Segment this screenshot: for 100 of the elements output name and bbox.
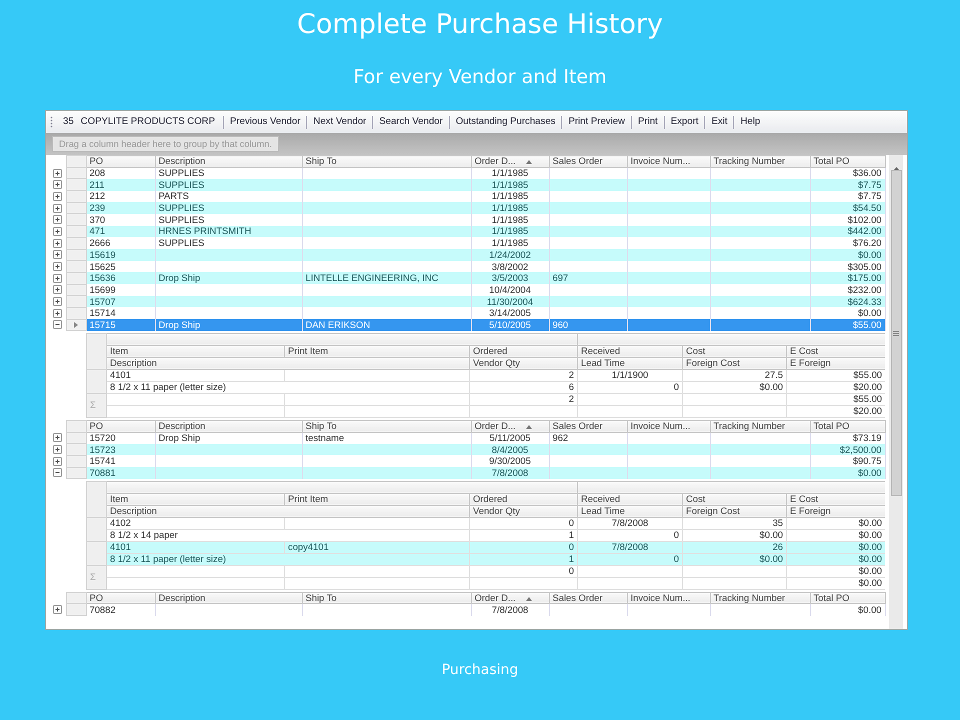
table-row[interactable]: 15636 Drop Ship LINTELLE ENGINEERING, INC 3/5/2003 697 $175.00 (52, 272, 885, 284)
column-header[interactable]: Invoice Num... (627, 420, 710, 432)
column-header[interactable]: Tracking Number (710, 420, 810, 432)
toolbar-button[interactable]: Help (739, 115, 762, 129)
column-header[interactable]: PO (86, 420, 155, 432)
table-cell: 1/1/1985 (492, 190, 528, 202)
column-header[interactable]: Sales Order (549, 420, 627, 432)
table-cell: 8/4/2005 (492, 444, 528, 455)
table-cell: 11/30/2004 (486, 296, 534, 307)
table-cell: $305.00 (848, 260, 882, 272)
column-header[interactable]: Tracking Number (710, 592, 810, 604)
expand-icon[interactable] (53, 285, 62, 294)
scrollbar[interactable] (889, 155, 903, 629)
toolbar-grip-icon[interactable] (50, 116, 53, 128)
table-cell: 1/1/1985 (492, 167, 528, 178)
expand-icon[interactable] (53, 445, 62, 454)
expand-icon[interactable] (53, 250, 62, 260)
table-cell: $0.00 (858, 518, 882, 528)
toolbar-button[interactable]: Exit (710, 115, 728, 129)
expand-icon[interactable] (53, 433, 62, 442)
expand-icon[interactable] (53, 456, 62, 466)
column-header[interactable]: Cost (686, 494, 706, 504)
column-header[interactable]: Order D... (471, 420, 549, 432)
table-cell: 6 (568, 382, 574, 392)
table-row[interactable]: 70882 7/8/2008 $0.00 (52, 604, 885, 616)
table-row[interactable]: 15619 1/24/2002 $0.00 (52, 249, 885, 261)
table-cell: 1/1/1985 (492, 214, 528, 225)
column-header[interactable]: Print Item (288, 494, 328, 504)
column-header[interactable]: Invoice Num... (627, 592, 710, 604)
toolbar-button[interactable]: Search Vendor (378, 115, 444, 129)
expand-icon[interactable] (53, 238, 62, 248)
column-header[interactable]: Item (110, 346, 128, 356)
expand-icon[interactable] (53, 274, 62, 283)
column-header[interactable]: Print Item (288, 346, 328, 356)
column-header[interactable]: Sales Order (549, 156, 627, 168)
table-cell: 962 (552, 432, 568, 444)
table-cell: 15715 (90, 319, 116, 330)
table-row[interactable]: 471 HRNES PRINTSMITH 1/1/1985 $442.00 (52, 226, 885, 238)
column-header[interactable]: Description (110, 358, 157, 368)
column-header[interactable]: Total PO (810, 420, 885, 432)
table-cell: SUPPLIES (158, 237, 204, 248)
table-cell: $102.00 (848, 214, 882, 225)
expand-icon[interactable] (53, 192, 62, 201)
column-header[interactable]: Order D... (471, 156, 549, 168)
table-cell: 4102 (110, 518, 131, 528)
collapse-icon[interactable] (53, 320, 62, 330)
expand-icon[interactable] (53, 204, 62, 213)
expand-icon[interactable] (53, 215, 62, 224)
column-header[interactable]: Description (155, 592, 302, 604)
table-cell: $0.00 (858, 604, 882, 616)
expand-icon[interactable] (53, 180, 62, 190)
table-row[interactable]: 211 SUPPLIES 1/1/1985 $7.75 (52, 178, 885, 191)
expand-icon[interactable] (53, 226, 62, 236)
table-row[interactable]: 239 SUPPLIES 1/1/1985 $54.50 (52, 202, 885, 214)
collapse-icon[interactable] (53, 468, 62, 478)
table-row[interactable]: 70881 7/8/2008 $0.00 (52, 467, 885, 479)
column-header[interactable]: PO (86, 592, 155, 604)
scrollbar-thumb[interactable] (890, 170, 902, 496)
column-header[interactable]: Description (155, 420, 302, 432)
toolbar-button[interactable]: Export (670, 115, 700, 129)
expand-icon[interactable] (53, 605, 62, 614)
column-header[interactable]: Tracking Number (710, 156, 810, 168)
column-header[interactable]: Description (155, 156, 302, 168)
column-header[interactable]: Cost (686, 346, 706, 356)
column-header[interactable]: Ship To (302, 156, 471, 168)
toolbar-button[interactable]: Print (636, 115, 659, 129)
table-cell: 0 (568, 518, 574, 528)
column-header[interactable]: Sales Order (549, 592, 627, 604)
column-header[interactable]: Ship To (302, 592, 471, 604)
expand-icon[interactable] (53, 297, 62, 306)
table-cell: DAN ERIKSON (306, 319, 370, 330)
toolbar-button[interactable]: Print Preview (567, 115, 626, 129)
table-row[interactable]: 15707 11/30/2004 $624.33 (52, 296, 885, 308)
toolbar-button[interactable]: Next Vendor (312, 115, 368, 129)
table-cell: 15741 (90, 455, 116, 466)
expand-icon[interactable] (53, 308, 62, 318)
table-row[interactable]: 15723 8/4/2005 $2,500.00 (52, 444, 885, 456)
column-header[interactable]: Description (110, 506, 157, 516)
column-header[interactable]: Total PO (810, 592, 885, 604)
column-header[interactable]: PO (86, 156, 155, 168)
table-cell: 7/8/2008 (492, 467, 528, 478)
table-cell: 471 (90, 226, 106, 236)
column-header[interactable]: Total PO (810, 156, 885, 168)
column-header[interactable]: Item (110, 494, 128, 504)
table-cell: 9/30/2005 (489, 455, 531, 466)
table-cell: 211 (90, 178, 104, 190)
toolbar-button[interactable]: Outstanding Purchases (454, 115, 556, 129)
grip-lines-icon (893, 330, 899, 336)
table-cell: 15636 (90, 272, 116, 284)
table-cell: 1/1/1985 (492, 178, 528, 190)
column-header[interactable]: Invoice Num... (627, 156, 710, 168)
table-cell: $90.75 (852, 455, 882, 466)
expand-icon[interactable] (53, 168, 62, 178)
table-cell: 0 (674, 382, 680, 392)
expand-icon[interactable] (53, 262, 62, 272)
toolbar-button[interactable]: Previous Vendor (229, 115, 302, 129)
column-header[interactable]: Order D... (471, 592, 549, 604)
table-cell: 960 (552, 319, 568, 330)
column-header[interactable]: Ship To (302, 420, 471, 432)
table-cell: 5/11/2005 (489, 432, 530, 444)
